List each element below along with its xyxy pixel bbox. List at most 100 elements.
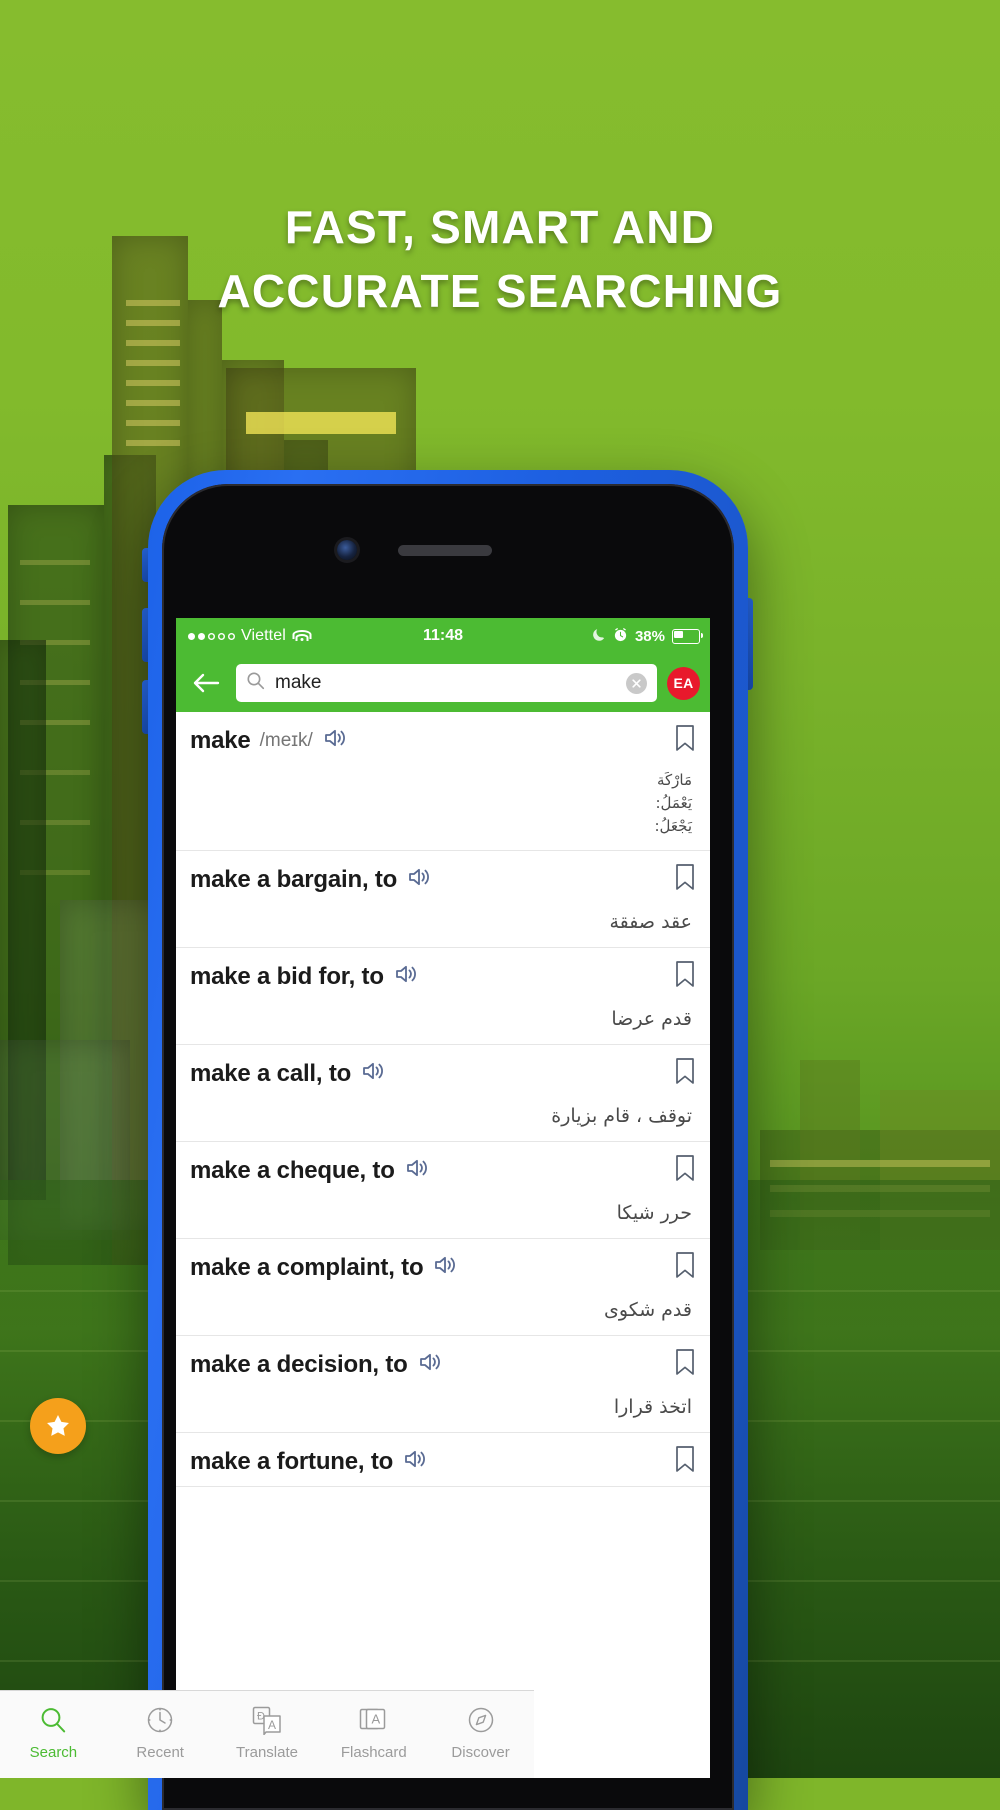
translate-icon: Ð A <box>251 1701 283 1739</box>
result-term: make a decision, to <box>190 1350 408 1378</box>
building-window <box>126 340 180 346</box>
speaker-icon <box>419 1353 440 1371</box>
search-input[interactable]: make <box>236 664 657 702</box>
result-term: make a call, to <box>190 1059 352 1087</box>
alarm-clock-icon <box>613 627 628 646</box>
result-row[interactable]: make/meɪk/ مَارْكَة يَعْمَلُ: يَجْعَلُ: <box>176 712 710 851</box>
bookmark-button[interactable] <box>674 1445 696 1478</box>
flashcard-icon: A <box>358 1701 390 1739</box>
result-row-header: make a call, to <box>190 1059 696 1088</box>
avatar[interactable]: EA <box>667 666 700 700</box>
clock-icon <box>147 1707 173 1733</box>
result-row[interactable]: make a call, to توقف ، قام بزيارة <box>176 1045 710 1142</box>
result-row[interactable]: make a cheque, to حرر شيكا <box>176 1142 710 1239</box>
speaker-icon <box>324 729 345 747</box>
bookmark-icon <box>676 1155 694 1181</box>
battery-icon <box>672 628 703 644</box>
search-bar: make EA <box>176 654 710 712</box>
result-phonetic: /meɪk/ <box>259 729 313 751</box>
speaker-icon <box>435 1256 456 1274</box>
result-translation: قدم عرضا <box>611 1008 692 1030</box>
bookmark-icon <box>676 1058 694 1084</box>
bookmark-button[interactable] <box>674 863 696 896</box>
speaker-icon <box>409 868 430 886</box>
earpiece-speaker <box>398 545 492 556</box>
tab-flashcard[interactable]: A Flashcard <box>320 1701 427 1761</box>
tab-label: Flashcard <box>340 1744 407 1761</box>
pronounce-button[interactable] <box>434 1253 460 1282</box>
compass-icon <box>466 1701 496 1739</box>
building-window <box>126 420 180 426</box>
search-icon <box>41 1708 66 1733</box>
result-term: make a bargain, to <box>190 865 398 893</box>
back-button[interactable] <box>186 663 226 703</box>
clear-search-button[interactable] <box>626 672 647 694</box>
pronounce-button[interactable] <box>406 1156 432 1185</box>
result-row-header: make a bid for, to <box>190 962 696 991</box>
pronounce-button[interactable] <box>408 865 434 894</box>
translate-icon: Ð A <box>252 1706 281 1735</box>
building-window <box>126 440 180 446</box>
tab-label: Recent <box>136 1744 184 1761</box>
result-translation: حرر شيكا <box>616 1202 692 1224</box>
bookmark-button[interactable] <box>674 1057 696 1090</box>
building-window <box>126 360 180 366</box>
search-icon <box>38 1701 68 1739</box>
pronounce-button[interactable] <box>324 726 350 755</box>
tab-recent[interactable]: Recent <box>107 1701 214 1761</box>
status-bar: Viettel 11:48 38% <box>176 618 710 654</box>
bookmark-button[interactable] <box>674 1251 696 1284</box>
result-row-header: make a cheque, to <box>190 1156 696 1185</box>
clock-icon <box>145 1701 175 1739</box>
bookmark-button[interactable] <box>674 960 696 993</box>
pronounce-button[interactable] <box>362 1059 388 1088</box>
pronounce-button[interactable] <box>404 1447 430 1476</box>
bookmark-icon <box>676 1446 694 1472</box>
compass-icon <box>468 1707 493 1733</box>
bookmark-icon <box>676 725 694 751</box>
close-icon <box>632 678 641 688</box>
tab-label: Discover <box>451 1744 510 1761</box>
result-row[interactable]: make a decision, to اتخذ قرارا <box>176 1336 710 1433</box>
bookmark-button[interactable] <box>674 1154 696 1187</box>
result-row[interactable]: make a bid for, to قدم عرضا <box>176 948 710 1045</box>
speaker-icon <box>363 1062 384 1080</box>
pronounce-button[interactable] <box>419 1350 445 1379</box>
result-row-header: make a decision, to <box>190 1350 696 1379</box>
result-row-header: make a bargain, to <box>190 865 696 894</box>
result-row[interactable]: make a fortune, to <box>176 1433 710 1487</box>
tab-label: Search <box>29 1744 78 1761</box>
favorites-fab-button[interactable] <box>30 1398 86 1454</box>
front-camera <box>337 540 357 560</box>
search-query-text: make <box>275 672 322 693</box>
speaker-icon <box>395 965 416 983</box>
result-term: make <box>190 726 251 754</box>
bookmark-icon <box>676 1252 694 1278</box>
app-screen: Viettel 11:48 38% make EA make /meɪk/ مَ… <box>176 618 710 1778</box>
search-results-list: make/meɪk/ مَارْكَة يَعْمَلُ: يَجْعَلُ: m… <box>176 712 710 1487</box>
pronounce-button[interactable] <box>395 962 421 991</box>
svg-text:A: A <box>371 1712 380 1727</box>
result-term: make a fortune, to <box>190 1447 394 1475</box>
result-row[interactable]: make a complaint, to قدم شكوى <box>176 1239 710 1336</box>
result-translation: اتخذ قرارا <box>613 1396 692 1418</box>
bookmark-icon <box>676 961 694 987</box>
bookmark-icon <box>676 864 694 890</box>
building-window <box>20 600 90 605</box>
tab-search[interactable]: Search <box>0 1701 107 1761</box>
bookmark-button[interactable] <box>674 724 696 757</box>
tab-discover[interactable]: Discover <box>427 1701 534 1761</box>
tab-translate[interactable]: Ð A Translate <box>214 1701 321 1761</box>
building-window <box>770 1160 990 1167</box>
result-translation: توقف ، قام بزيارة <box>551 1105 692 1127</box>
result-translation: قدم شكوى <box>604 1299 692 1321</box>
bottom-tab-bar: Search Recent Ð A Translate A Flashcard Di… <box>0 1690 534 1778</box>
result-row[interactable]: make a bargain, to عقد صفقة <box>176 851 710 948</box>
result-term: make a complaint, to <box>190 1253 424 1281</box>
bookmark-button[interactable] <box>674 1348 696 1381</box>
svg-text:A: A <box>268 1718 276 1732</box>
building-window <box>20 560 90 565</box>
building-window <box>126 380 180 386</box>
flashcard-icon: A <box>359 1708 386 1730</box>
search-icon <box>246 671 265 695</box>
